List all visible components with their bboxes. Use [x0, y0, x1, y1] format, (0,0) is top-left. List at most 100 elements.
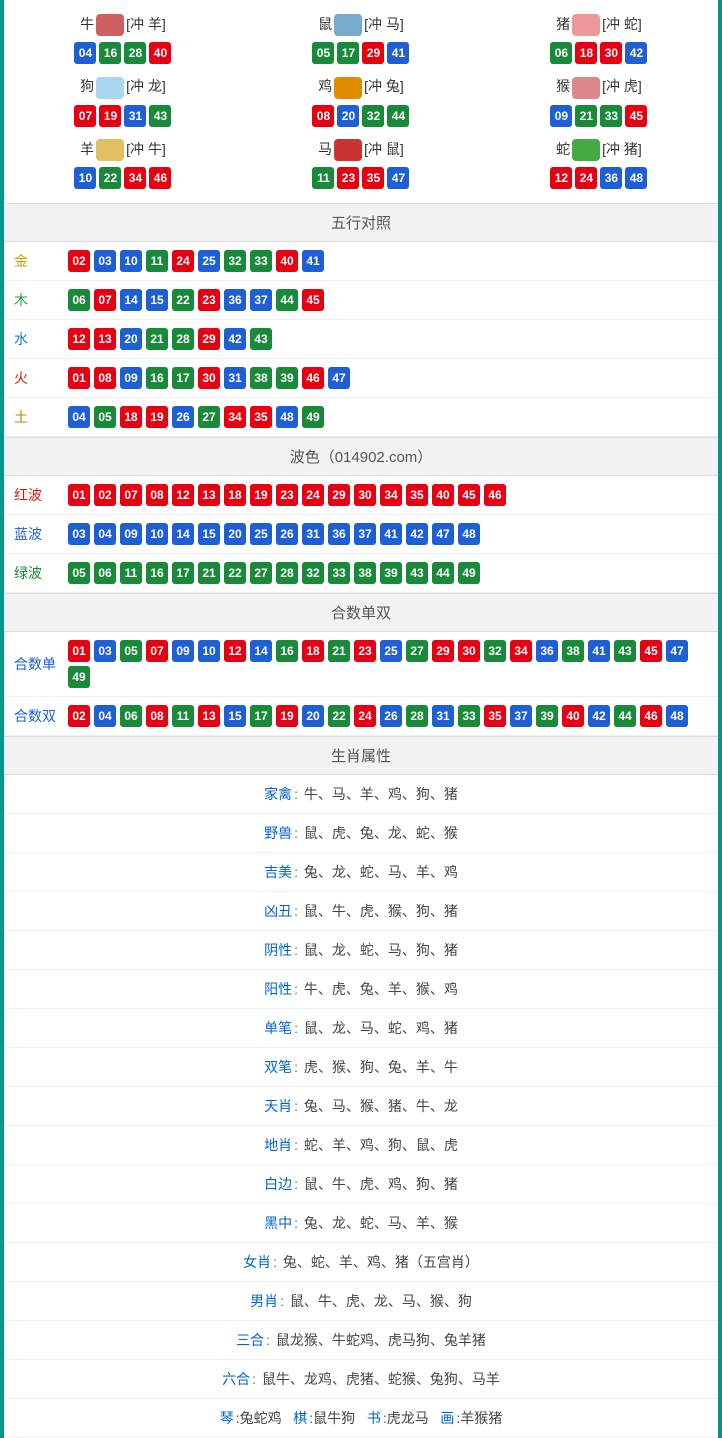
- zodiac-name: 猴: [556, 78, 570, 94]
- attr-sep: :: [294, 1215, 298, 1231]
- number-ball: 07: [94, 289, 116, 311]
- bose-title: 波色（014902.com）: [4, 438, 718, 476]
- num-row: 合数单0103050709101214161821232527293032343…: [4, 632, 718, 697]
- number-ball: 19: [99, 105, 121, 127]
- attr-sep: :: [294, 1020, 298, 1036]
- number-ball: 33: [250, 250, 272, 272]
- number-ball: 25: [198, 250, 220, 272]
- number-ball: 30: [354, 484, 376, 506]
- row-nums: 02031011242532334041: [68, 250, 324, 272]
- attr-row: 六合: 鼠牛、龙鸡、虎猪、蛇猴、兔狗、马羊: [4, 1360, 718, 1399]
- attr-key: 阳性: [264, 981, 292, 997]
- attr-val: 兔、龙、蛇、马、羊、鸡: [304, 864, 458, 880]
- zodiac-icon: [334, 77, 362, 99]
- number-ball: 04: [74, 42, 96, 64]
- number-ball: 26: [172, 406, 194, 428]
- attr-row: 吉美: 兔、龙、蛇、马、羊、鸡: [4, 853, 718, 892]
- zodiac-title: 马[冲 鼠]: [242, 139, 480, 161]
- num-row: 水1213202128294243: [4, 320, 718, 359]
- zodiac-nums: 09213345: [480, 105, 718, 127]
- attr-key: 天肖: [264, 1098, 292, 1114]
- zodiac-nums: 06183042: [480, 42, 718, 64]
- number-ball: 10: [146, 523, 168, 545]
- num-row: 金 02031011242532334041: [4, 242, 718, 281]
- number-ball: 29: [328, 484, 350, 506]
- zodiac-icon: [334, 139, 362, 161]
- number-ball: 49: [302, 406, 324, 428]
- zodiac-icon: [572, 14, 600, 36]
- number-ball: 43: [406, 562, 428, 584]
- number-ball: 15: [198, 523, 220, 545]
- attr-key: 阴性: [264, 942, 292, 958]
- attr-key: 黑中: [264, 1215, 292, 1231]
- attr-row: 凶丑: 鼠、牛、虎、猴、狗、猪: [4, 892, 718, 931]
- number-ball: 23: [198, 289, 220, 311]
- attr-val: 蛇、羊、鸡、狗、鼠、虎: [304, 1137, 458, 1153]
- zodiac-clash: [冲 马]: [364, 16, 404, 32]
- zodiac-name: 鸡: [318, 78, 332, 94]
- number-ball: 43: [614, 640, 636, 662]
- number-ball: 04: [68, 406, 90, 428]
- attr-key: 六合: [222, 1371, 250, 1387]
- number-ball: 01: [68, 367, 90, 389]
- zodiac-cell: 猴[冲 虎]09213345: [480, 70, 718, 132]
- number-ball: 15: [146, 289, 168, 311]
- number-ball: 39: [536, 705, 558, 727]
- number-ball: 17: [337, 42, 359, 64]
- row-nums: 03040910141520252631363741424748: [68, 523, 480, 545]
- row-nums: 0204060811131517192022242628313335373940…: [68, 705, 688, 727]
- number-ball: 27: [406, 640, 428, 662]
- number-ball: 34: [124, 167, 146, 189]
- number-ball: 14: [250, 640, 272, 662]
- row-label: 金: [14, 251, 58, 271]
- heshu-title: 合数单双: [4, 594, 718, 632]
- attr-sep: :: [252, 1371, 256, 1387]
- number-ball: 47: [432, 523, 454, 545]
- attr-row: 天肖: 兔、马、猴、猪、牛、龙: [4, 1087, 718, 1126]
- row-label: 合数双: [14, 706, 58, 726]
- row-label: 土: [14, 407, 58, 427]
- number-ball: 47: [328, 367, 350, 389]
- four-val: 虎龙马: [387, 1410, 429, 1426]
- row-nums: 0102070812131819232429303435404546: [68, 484, 506, 506]
- attr-key: 吉美: [264, 864, 292, 880]
- attr-val: 鼠、牛、虎、猴、狗、猪: [304, 903, 458, 919]
- zodiac-title: 羊[冲 牛]: [4, 139, 242, 161]
- num-row: 合数双 0204060811131517192022242628313335373…: [4, 697, 718, 736]
- number-ball: 30: [458, 640, 480, 662]
- number-ball: 20: [224, 523, 246, 545]
- number-ball: 07: [74, 105, 96, 127]
- attr-val: 兔、蛇、羊、鸡、猪（五宫肖）: [283, 1254, 479, 1270]
- number-ball: 31: [124, 105, 146, 127]
- number-ball: 13: [198, 484, 220, 506]
- number-ball: 11: [120, 562, 142, 584]
- zodiac-clash: [冲 羊]: [126, 16, 166, 32]
- number-ball: 23: [276, 484, 298, 506]
- attr-sep: :: [294, 942, 298, 958]
- number-ball: 06: [68, 289, 90, 311]
- zodiac-nums: 11233547: [242, 167, 480, 189]
- number-ball: 12: [172, 484, 194, 506]
- row-label: 火: [14, 368, 58, 388]
- row-label: 蓝波: [14, 524, 58, 544]
- number-ball: 32: [224, 250, 246, 272]
- attr-row: 阴性: 鼠、龙、蛇、马、狗、猪: [4, 931, 718, 970]
- zodiac-nums: 12243648: [480, 167, 718, 189]
- num-row: 红波0102070812131819232429303435404546: [4, 476, 718, 515]
- number-ball: 13: [94, 328, 116, 350]
- number-ball: 09: [172, 640, 194, 662]
- zodiac-nums: 10223446: [4, 167, 242, 189]
- number-ball: 14: [172, 523, 194, 545]
- number-ball: 09: [120, 523, 142, 545]
- number-ball: 28: [276, 562, 298, 584]
- zodiac-icon: [334, 14, 362, 36]
- attr-val: 牛、虎、兔、羊、猴、鸡: [304, 981, 458, 997]
- four-val: 羊猴猪: [460, 1410, 502, 1426]
- number-ball: 01: [68, 484, 90, 506]
- number-ball: 36: [328, 523, 350, 545]
- number-ball: 42: [625, 42, 647, 64]
- zodiac-title: 鸡[冲 兔]: [242, 76, 480, 98]
- number-ball: 05: [94, 406, 116, 428]
- number-ball: 32: [484, 640, 506, 662]
- number-ball: 21: [328, 640, 350, 662]
